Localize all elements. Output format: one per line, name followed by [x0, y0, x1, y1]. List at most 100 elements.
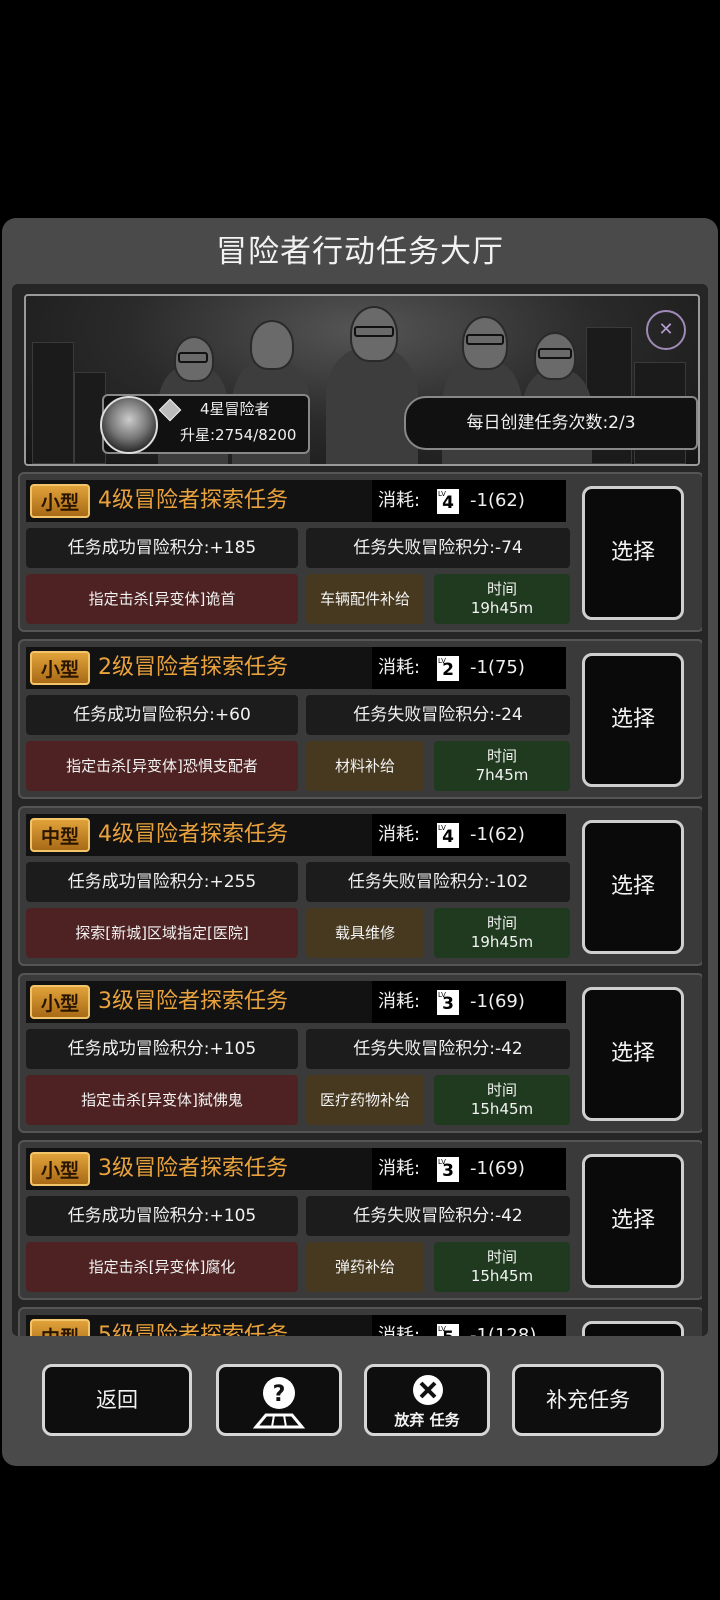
character-body: [326, 348, 418, 464]
level-card-icon: LV 4: [436, 822, 460, 849]
level-card-icon: LV 3: [436, 989, 460, 1016]
mission-target: 指定击杀[异变体]弑佛鬼: [26, 1075, 298, 1125]
rank-badge[interactable]: 4星冒险者 升星:2754/8200: [100, 394, 310, 454]
mission-reward: 医疗药物补给: [306, 1075, 424, 1125]
mission-time: 时间 19h45m: [434, 908, 570, 958]
character-head: [250, 320, 294, 370]
mission-target: 指定击杀[异变体]诡首: [26, 574, 298, 624]
replenish-label: 补充任务: [546, 1388, 630, 1412]
mission-target: 指定击杀[异变体]恐惧支配者: [26, 741, 298, 791]
cost-label: 消耗:: [378, 991, 421, 1012]
mission-card[interactable]: 小型 4级冒险者探索任务 消耗: LV 4 -1(62) 任务成功冒险积分:+185 任务失败…: [18, 472, 702, 632]
cost-value: -1(69): [470, 1158, 525, 1179]
mission-list[interactable]: 小型 4级冒险者探索任务 消耗: LV 4 -1(62) 任务成功冒险积分:+185 任务失败…: [18, 470, 702, 1336]
time-value: 19h45m: [470, 933, 534, 951]
time-label: 时间: [486, 580, 517, 598]
level-card-icon: LV 3: [436, 1156, 460, 1183]
cost-label: 消耗:: [378, 490, 421, 511]
mission-cost: 消耗: LV 4 -1(62): [372, 814, 566, 856]
cost-value: -1(69): [470, 991, 525, 1012]
back-button[interactable]: 返回: [42, 1364, 192, 1436]
cost-value: -1(75): [470, 657, 525, 678]
glasses-icon: [538, 348, 572, 359]
mission-card[interactable]: 中型 5级冒险者探索任务 消耗: LV5 -1(128) 选择: [18, 1307, 702, 1336]
select-button[interactable]: 选择: [582, 987, 684, 1121]
building: [32, 342, 74, 464]
cost-label: 消耗:: [378, 1158, 421, 1179]
close-circle-icon: [413, 1375, 443, 1405]
select-button[interactable]: 选择: [582, 1321, 684, 1336]
level-card-icon: LV 4: [436, 488, 460, 515]
select-button[interactable]: 选择: [582, 486, 684, 620]
mission-title: 2级冒险者探索任务: [98, 655, 288, 680]
mission-time: 时间 19h45m: [434, 574, 570, 624]
time-label: 时间: [486, 1248, 517, 1266]
help-button[interactable]: ?: [216, 1364, 342, 1436]
cost-value: -1(62): [470, 490, 525, 511]
rank-name: 4星冒险者: [200, 400, 270, 418]
mission-time: 时间 7h45m: [434, 741, 570, 791]
mission-reward: 材料补给: [306, 741, 424, 791]
glasses-icon: [354, 326, 394, 337]
time-label: 时间: [486, 1081, 517, 1099]
mission-title: 4级冒险者探索任务: [98, 822, 288, 847]
mission-card[interactable]: 小型 3级冒险者探索任务 消耗: LV 3 -1(69) 任务成功冒险积分:+105 任务失败…: [18, 1140, 702, 1300]
time-value: 19h45m: [470, 599, 534, 617]
abandon-mission-button[interactable]: 放弃 任务: [364, 1364, 490, 1436]
select-button[interactable]: 选择: [582, 653, 684, 787]
mission-reward: 载具维修: [306, 908, 424, 958]
select-button[interactable]: 选择: [582, 1154, 684, 1288]
success-points: 任务成功冒险积分:+105: [26, 1196, 298, 1236]
mission-title: 4级冒险者探索任务: [98, 488, 288, 513]
select-button[interactable]: 选择: [582, 820, 684, 954]
time-label: 时间: [486, 914, 517, 932]
mission-card[interactable]: 小型 3级冒险者探索任务 消耗: LV 3 -1(69) 任务成功冒险积分:+105 任务失败…: [18, 973, 702, 1133]
back-label: 返回: [96, 1388, 138, 1412]
mission-size-tag: 中型: [30, 1319, 90, 1336]
svg-text:?: ?: [273, 1382, 286, 1407]
mission-target: 探索[新城]区域指定[医院]: [26, 908, 298, 958]
glasses-icon: [466, 334, 504, 345]
mission-cost: 消耗: LV5 -1(128): [372, 1315, 566, 1336]
mission-title: 3级冒险者探索任务: [98, 1156, 288, 1181]
mission-cost: 消耗: LV 3 -1(69): [372, 981, 566, 1023]
faction-sigil-icon: ✕: [646, 310, 686, 350]
rank-progress: 升星:2754/8200: [180, 426, 297, 444]
avatar[interactable]: [100, 396, 158, 454]
mission-header: 小型 3级冒险者探索任务 消耗: LV 3 -1(69): [26, 981, 566, 1023]
time-value: 15h45m: [470, 1267, 534, 1285]
mission-reward: 车辆配件补给: [306, 574, 424, 624]
mission-header: 小型 2级冒险者探索任务 消耗: LV 2 -1(75): [26, 647, 566, 689]
panel-inner: ✕ 4星冒险者 升星:2754/8200 每日创建任务次数:2/3 小型 4级冒险…: [12, 284, 708, 1336]
hall-banner: ✕ 4星冒险者 升星:2754/8200 每日创建任务次数:2/3: [24, 294, 700, 466]
cost-value: -1(62): [470, 824, 525, 845]
help-map-icon: ?: [252, 1377, 306, 1429]
time-value: 7h45m: [475, 766, 529, 784]
daily-create-count: 每日创建任务次数:2/3: [404, 396, 698, 450]
mission-card[interactable]: 小型 2级冒险者探索任务 消耗: LV 2 -1(75) 任务成功冒险积分:+60 任务失败冒…: [18, 639, 702, 799]
mission-time: 时间 15h45m: [434, 1075, 570, 1125]
level-card-icon: LV5: [436, 1323, 460, 1336]
fail-points: 任务失败冒险积分:-42: [306, 1196, 570, 1236]
mission-size-tag: 小型: [30, 985, 90, 1019]
mission-header: 中型 4级冒险者探索任务 消耗: LV 4 -1(62): [26, 814, 566, 856]
time-value: 15h45m: [470, 1100, 534, 1118]
cost-value: -1(128): [470, 1325, 537, 1336]
level-card-icon: LV 2: [436, 655, 460, 682]
mission-size-tag: 小型: [30, 484, 90, 518]
mission-header: 小型 4级冒险者探索任务 消耗: LV 4 -1(62): [26, 480, 566, 522]
success-points: 任务成功冒险积分:+60: [26, 695, 298, 735]
replenish-mission-button[interactable]: 补充任务: [512, 1364, 664, 1436]
mission-card[interactable]: 中型 4级冒险者探索任务 消耗: LV 4 -1(62) 任务成功冒险积分:+255 任务失败…: [18, 806, 702, 966]
time-label: 时间: [486, 747, 517, 765]
mission-reward: 弹药补给: [306, 1242, 424, 1292]
cost-label: 消耗:: [378, 824, 421, 845]
mission-header: 小型 3级冒险者探索任务 消耗: LV 3 -1(69): [26, 1148, 566, 1190]
glasses-icon: [178, 352, 208, 363]
cost-label: 消耗:: [378, 657, 421, 678]
success-points: 任务成功冒险积分:+185: [26, 528, 298, 568]
mission-header: 中型 5级冒险者探索任务 消耗: LV5 -1(128): [26, 1315, 566, 1336]
fail-points: 任务失败冒险积分:-42: [306, 1029, 570, 1069]
panel-title: 冒险者行动任务大厅: [216, 234, 504, 270]
cost-label: 消耗:: [378, 1325, 421, 1336]
